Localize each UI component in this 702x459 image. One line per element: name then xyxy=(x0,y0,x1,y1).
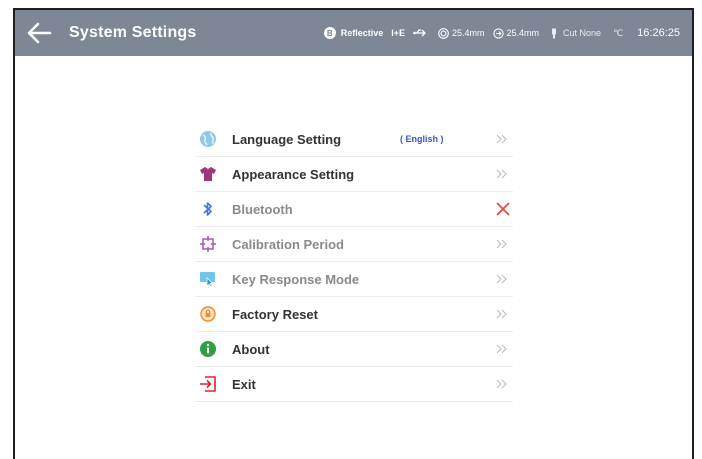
reset-icon xyxy=(198,304,218,324)
menu-item-label: Key Response Mode xyxy=(232,271,360,287)
target-icon xyxy=(438,27,449,39)
bluetooth-icon xyxy=(198,199,218,219)
shirt-icon xyxy=(198,164,218,184)
mode-status: B Reflective xyxy=(323,27,384,39)
menu-item-label: Appearance Setting xyxy=(232,166,355,182)
chevron-double-right-icon xyxy=(496,239,507,249)
menu-item-about[interactable]: About xyxy=(195,332,513,367)
top-bar: System Settings B Reflective I+E 25.4mm xyxy=(15,10,692,56)
menu-item-label: Exit xyxy=(232,376,256,392)
chevron-double-right-icon xyxy=(496,309,507,319)
close-icon xyxy=(496,202,510,216)
menu-item-label: About xyxy=(232,341,270,357)
chevron-double-right-icon xyxy=(496,274,507,284)
menu-item-key-response[interactable]: Key Response Mode xyxy=(195,262,513,297)
app-window: System Settings B Reflective I+E 25.4mm xyxy=(13,8,694,459)
menu-item-language[interactable]: Language Setting ( English ) xyxy=(195,122,513,157)
menu-item-bluetooth[interactable]: Bluetooth xyxy=(195,192,513,227)
menu-item-calibration[interactable]: Calibration Period xyxy=(195,227,513,262)
crosshair-icon xyxy=(198,234,218,254)
cut-status: Cut None xyxy=(551,28,601,39)
menu-item-label: Calibration Period xyxy=(232,236,344,252)
chevron-double-right-icon xyxy=(496,379,507,389)
menu-item-label: Factory Reset xyxy=(232,306,318,322)
menu-item-label: Bluetooth xyxy=(232,201,293,217)
mode-badge-icon: B xyxy=(323,27,336,39)
touch-icon xyxy=(198,269,218,289)
chevron-double-right-icon xyxy=(496,169,507,179)
cutter-icon xyxy=(552,28,557,38)
language-value: ( English ) xyxy=(400,134,444,144)
chevron-double-right-icon xyxy=(496,134,507,144)
page-title: System Settings xyxy=(69,24,197,41)
cut-value: Cut None xyxy=(563,28,602,38)
usb-status xyxy=(413,28,430,38)
back-arrow-icon[interactable] xyxy=(25,19,53,47)
status-bar: B Reflective I+E 25.4mm 25.4mm Cut None … xyxy=(316,10,680,56)
temperature-icon: ℃ xyxy=(613,27,624,38)
polarity-status: I+E xyxy=(391,28,405,38)
exit-icon xyxy=(198,374,218,394)
rotate-icon xyxy=(492,27,504,39)
globe-icon xyxy=(198,129,218,149)
width-value: 25.4mm xyxy=(452,28,485,38)
menu-item-exit[interactable]: Exit xyxy=(195,367,513,402)
chevron-double-right-icon xyxy=(496,344,507,354)
info-icon xyxy=(198,339,218,359)
mode-label: Reflective xyxy=(340,28,384,38)
clock: 16:26:25 xyxy=(637,27,680,39)
settings-menu: Language Setting ( English ) Appearance … xyxy=(195,122,513,402)
width-status: 25.4mm xyxy=(438,27,485,39)
menu-item-factory-reset[interactable]: Factory Reset xyxy=(195,297,513,332)
length-value: 25.4mm xyxy=(506,28,540,38)
usb-icon xyxy=(413,29,426,37)
menu-item-appearance[interactable]: Appearance Setting xyxy=(195,157,513,192)
length-status: 25.4mm xyxy=(492,27,540,39)
menu-item-label: Language Setting xyxy=(232,131,342,147)
